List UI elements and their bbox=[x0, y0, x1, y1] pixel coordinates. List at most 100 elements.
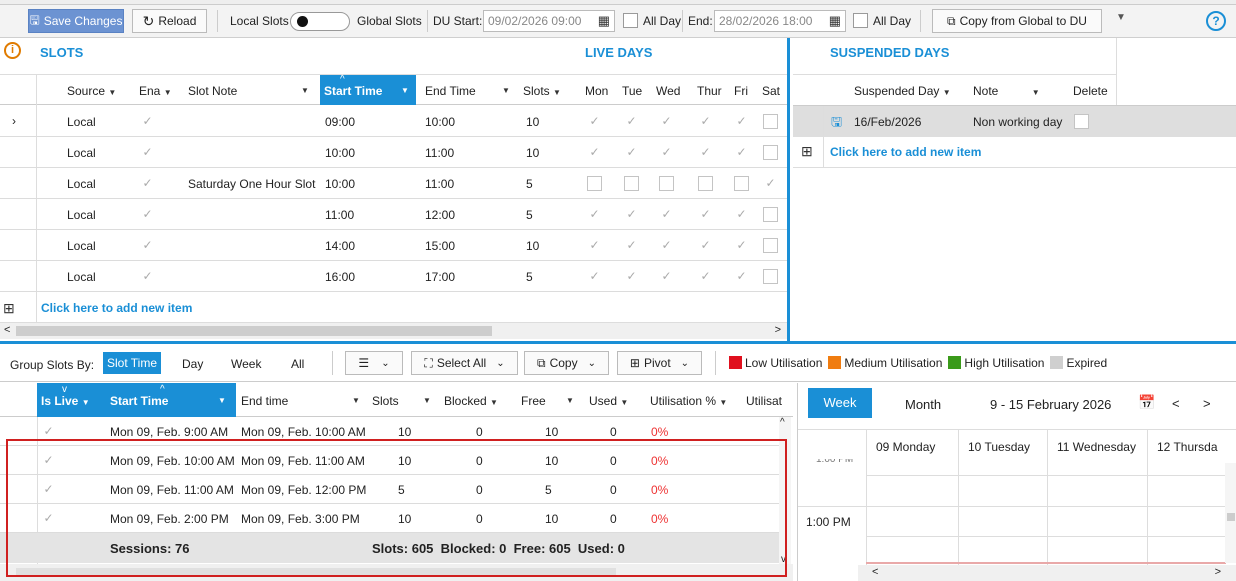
col-end-time[interactable]: End time bbox=[241, 394, 288, 408]
info-icon[interactable]: i bbox=[4, 42, 21, 59]
group-week-button[interactable]: Week bbox=[231, 357, 261, 371]
enabled-check-icon[interactable]: ✓ bbox=[140, 207, 155, 222]
col-blocked[interactable]: Blocked ▼ bbox=[444, 394, 498, 408]
enabled-check-icon[interactable]: ✓ bbox=[140, 176, 155, 191]
filter-icon[interactable]: ▼ bbox=[301, 86, 309, 95]
day-check-icon[interactable]: ✓ bbox=[659, 238, 674, 253]
day-check-icon[interactable]: ✓ bbox=[587, 145, 602, 160]
col-suspended-day[interactable]: Suspended Day ▼ bbox=[854, 84, 951, 98]
day-check-icon[interactable]: ✓ bbox=[624, 114, 639, 129]
day-checkbox[interactable] bbox=[624, 176, 639, 191]
day-check-icon[interactable]: ✓ bbox=[763, 176, 778, 191]
day-check-icon[interactable]: ✓ bbox=[659, 145, 674, 160]
day-check-icon[interactable]: ✓ bbox=[624, 207, 639, 222]
all-day-end-checkbox[interactable] bbox=[853, 13, 868, 28]
day-check-icon[interactable]: ✓ bbox=[587, 238, 602, 253]
save-changes-button[interactable]: 🖫 Save Changes bbox=[28, 9, 124, 33]
day-checkbox[interactable] bbox=[763, 145, 778, 160]
filter-icon[interactable]: ▼ bbox=[218, 396, 226, 405]
day-check-icon[interactable]: ✓ bbox=[698, 269, 713, 284]
filter-icon[interactable]: ▼ bbox=[401, 86, 409, 95]
col-mon[interactable]: Mon bbox=[585, 84, 608, 98]
col-slots[interactable]: Slots bbox=[372, 394, 399, 408]
col-slots[interactable]: Slots ▼ bbox=[523, 84, 561, 98]
slots-toggle[interactable] bbox=[290, 12, 350, 31]
end-field[interactable]: 28/02/2026 18:00 ▦ bbox=[714, 10, 846, 32]
day-checkbox[interactable] bbox=[659, 176, 674, 191]
col-delete[interactable]: Delete bbox=[1073, 84, 1108, 98]
suspended-row[interactable]: 🖫 16/Feb/2026 Non working day bbox=[793, 106, 1236, 137]
save-icon[interactable]: 🖫 bbox=[831, 113, 842, 135]
col-sat[interactable]: Sat bbox=[762, 84, 780, 98]
filter-icon[interactable]: ▼ bbox=[352, 396, 360, 405]
col-utilisation-2[interactable]: Utilisat bbox=[746, 394, 782, 408]
enabled-check-icon[interactable]: ✓ bbox=[140, 145, 155, 160]
col-tue[interactable]: Tue bbox=[622, 84, 642, 98]
live-check-icon[interactable]: ✓ bbox=[41, 424, 56, 439]
filter-icon[interactable]: ▼ bbox=[423, 396, 431, 405]
day-checkbox[interactable] bbox=[763, 114, 778, 129]
calendar-day-header[interactable]: 09 Monday bbox=[876, 440, 935, 454]
day-check-icon[interactable]: ✓ bbox=[624, 238, 639, 253]
enabled-check-icon[interactable]: ✓ bbox=[140, 269, 155, 284]
add-grid-icon[interactable]: ⊞ bbox=[3, 300, 15, 317]
calendar-day-header[interactable]: 11 Wednesday bbox=[1057, 440, 1136, 454]
col-wed[interactable]: Wed bbox=[656, 84, 680, 98]
day-checkbox[interactable] bbox=[587, 176, 602, 191]
du-start-field[interactable]: 09/02/2026 09:00 ▦ bbox=[483, 10, 615, 32]
group-day-button[interactable]: Day bbox=[182, 357, 203, 371]
day-check-icon[interactable]: ✓ bbox=[734, 114, 749, 129]
copy-button[interactable]: ⧉ Copy ⌄ bbox=[524, 351, 609, 375]
group-all-button[interactable]: All bbox=[291, 357, 304, 371]
filter-icon[interactable]: ▼ bbox=[566, 396, 574, 405]
enabled-check-icon[interactable]: ✓ bbox=[140, 114, 155, 129]
overflow-menu-icon[interactable]: ▼ bbox=[1116, 12, 1126, 23]
day-check-icon[interactable]: ✓ bbox=[698, 114, 713, 129]
slot-row[interactable]: › Local ✓ 09:00 10:00 10 ✓ ✓ ✓ ✓ ✓ bbox=[0, 106, 787, 137]
day-check-icon[interactable]: ✓ bbox=[659, 207, 674, 222]
day-check-icon[interactable]: ✓ bbox=[587, 114, 602, 129]
day-check-icon[interactable]: ✓ bbox=[659, 114, 674, 129]
delete-checkbox[interactable] bbox=[1074, 114, 1089, 129]
day-checkbox[interactable] bbox=[734, 176, 749, 191]
col-fri[interactable]: Fri bbox=[734, 84, 748, 98]
day-checkbox[interactable] bbox=[763, 207, 778, 222]
add-slot-link[interactable]: Click here to add new item bbox=[41, 301, 192, 315]
day-check-icon[interactable]: ✓ bbox=[734, 238, 749, 253]
day-check-icon[interactable]: ✓ bbox=[587, 207, 602, 222]
slot-row[interactable]: Local ✓ 16:00 17:00 5 ✓ ✓ ✓ ✓ ✓ bbox=[0, 261, 787, 292]
day-check-icon[interactable]: ✓ bbox=[698, 207, 713, 222]
day-check-icon[interactable]: ✓ bbox=[587, 269, 602, 284]
group-slot-time-button[interactable]: Slot Time bbox=[103, 352, 161, 374]
slot-row[interactable]: Local ✓ Saturday One Hour Slot 10:00 11:00 5 ✓ bbox=[0, 168, 787, 199]
copy-global-to-du-button[interactable]: ⧉ Copy from Global to DU bbox=[932, 9, 1102, 33]
calendar-day-header[interactable]: 12 Thursda bbox=[1157, 440, 1218, 454]
calendar-month-button[interactable]: Month bbox=[905, 397, 941, 412]
calendar-grid-icon[interactable]: ▦ bbox=[829, 13, 841, 29]
add-suspended-row[interactable]: ⊞ Click here to add new item bbox=[793, 137, 1236, 168]
col-start-time[interactable]: Start Time bbox=[324, 84, 382, 98]
day-check-icon[interactable]: ✓ bbox=[659, 269, 674, 284]
col-used[interactable]: Used ▼ bbox=[589, 394, 628, 408]
day-check-icon[interactable]: ✓ bbox=[734, 145, 749, 160]
day-check-icon[interactable]: ✓ bbox=[698, 238, 713, 253]
day-check-icon[interactable]: ✓ bbox=[734, 269, 749, 284]
col-thur[interactable]: Thur bbox=[697, 84, 722, 98]
chevron-right-icon[interactable]: > bbox=[1203, 396, 1211, 411]
calendar-hscrollbar[interactable]: < > bbox=[858, 565, 1236, 581]
col-source[interactable]: Source ▼ bbox=[67, 84, 116, 98]
col-start-time[interactable]: Start Time bbox=[110, 394, 168, 408]
slot-row[interactable]: Local ✓ 10:00 11:00 10 ✓ ✓ ✓ ✓ ✓ bbox=[0, 137, 787, 168]
col-enabled[interactable]: Ena ▼ bbox=[139, 84, 172, 98]
col-free[interactable]: Free bbox=[521, 394, 546, 408]
day-check-icon[interactable]: ✓ bbox=[734, 207, 749, 222]
col-slot-note[interactable]: Slot Note bbox=[188, 84, 237, 98]
calendar-grid-icon[interactable]: ▦ bbox=[598, 13, 610, 29]
day-checkbox[interactable] bbox=[763, 238, 778, 253]
help-icon[interactable]: ? bbox=[1206, 11, 1226, 31]
day-checkbox[interactable] bbox=[698, 176, 713, 191]
calendar-week-button[interactable]: Week bbox=[808, 388, 872, 418]
col-is-live[interactable]: Is Live ▼ bbox=[41, 394, 90, 408]
day-check-icon[interactable]: ✓ bbox=[624, 269, 639, 284]
calendar-day-header[interactable]: 10 Tuesday bbox=[968, 440, 1030, 454]
